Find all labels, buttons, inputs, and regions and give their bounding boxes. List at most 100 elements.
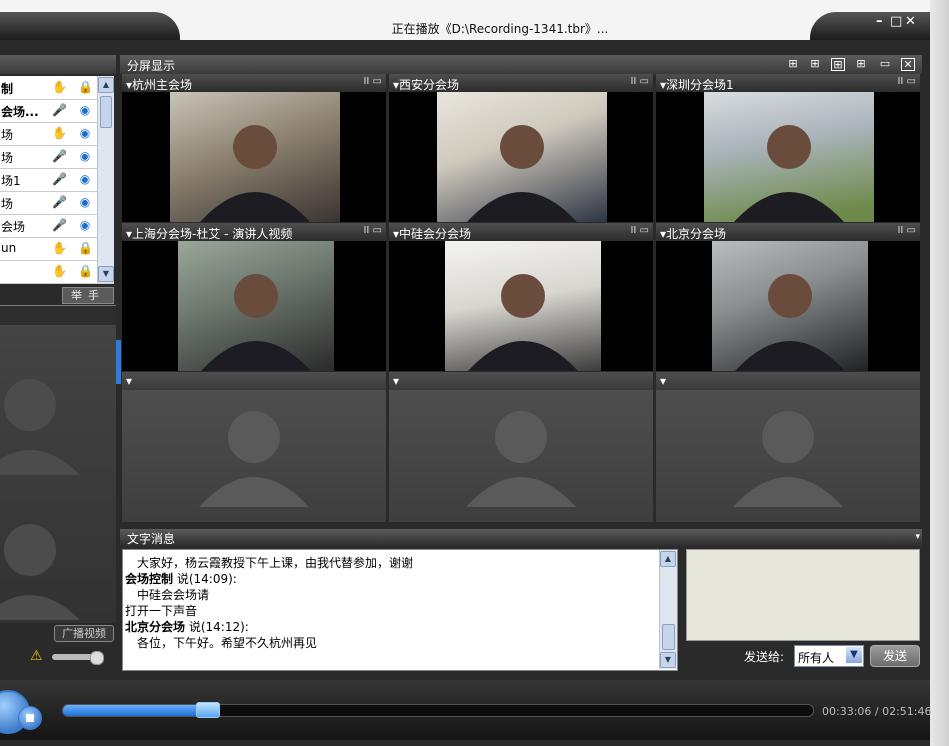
lock-icon[interactable]: 🔒 <box>78 264 93 278</box>
chat-text: 大家好，杨云霞教授下午上课，由我代替参加，谢谢 <box>125 556 414 570</box>
camera-icon[interactable]: ◉ <box>78 218 92 232</box>
pause-maximize-icon[interactable]: II ▭ <box>363 225 382 236</box>
avatar-placeholder-icon <box>0 379 80 620</box>
camera-icon[interactable]: ◉ <box>78 149 92 163</box>
video-cell-header: ▾ <box>389 372 653 390</box>
video-cell-header: ▾北京分会场 II ▭ <box>656 223 920 241</box>
send-to-select[interactable]: 所有人 ▼ <box>794 645 864 667</box>
participant-name: 场 <box>1 151 14 165</box>
layout-4x4-icon[interactable]: ⊞ <box>855 58 867 69</box>
camera-icon[interactable]: ◉ <box>78 195 92 209</box>
video-cell-title[interactable]: ▾ <box>660 374 666 388</box>
progress-track[interactable] <box>62 704 814 717</box>
video-cell[interactable]: ▾ <box>656 372 920 522</box>
video-cell[interactable]: ▾ <box>389 372 653 522</box>
video-cell-header: ▾深圳分会场1 II ▭ <box>656 74 920 92</box>
participant-name: 场 <box>1 197 14 211</box>
scroll-thumb[interactable] <box>662 624 675 650</box>
progress-thumb[interactable] <box>195 702 220 718</box>
camera-icon[interactable]: ◉ <box>78 103 92 117</box>
stop-button[interactable] <box>18 706 42 730</box>
camera-icon[interactable]: ◉ <box>78 172 92 186</box>
video-cell[interactable]: ▾西安分会场 II ▭ <box>389 74 653 222</box>
close-button[interactable]: ✕ <box>905 14 916 29</box>
participant-list: 制 ✋ 🔒 会场... 🎤 ◉ 场 ✋ ◉ 场 🎤 ◉ 场1 🎤 ◉ 场 🎤 ◉ 会场 🎤 ◉ un ✋ 🔒 ✋ 🔒 ▲ ▼ <box>0 76 114 284</box>
scroll-down-icon[interactable]: ▼ <box>98 266 114 282</box>
chat-scrollbar[interactable]: ▲ ▼ <box>659 550 677 669</box>
chat-text: 打开一下声音 <box>125 604 198 618</box>
avatar-placeholder-icon <box>194 402 314 515</box>
microphone-icon[interactable]: 🎤 <box>52 149 67 163</box>
video-cell-title[interactable]: ▾北京分会场 <box>660 225 726 242</box>
chat-text: 中硅会会场请 <box>125 588 210 602</box>
participant-name: 制 <box>1 82 14 96</box>
video-cell[interactable]: ▾上海分会场-杜艾 - 演讲人视频 II ▭ <box>122 223 386 371</box>
hand-icon[interactable]: ✋ <box>52 264 67 278</box>
avatar-placeholder-icon <box>461 402 581 515</box>
message-compose-box[interactable] <box>686 549 920 641</box>
volume-slider-thumb[interactable] <box>90 651 104 665</box>
raise-hand-button[interactable]: 举手 <box>62 287 114 304</box>
scroll-up-icon[interactable]: ▲ <box>98 77 114 93</box>
layout-single-icon[interactable]: ▭ <box>879 58 891 69</box>
video-cell-title[interactable]: ▾中硅会分会场 <box>393 225 471 242</box>
scroll-down-icon[interactable]: ▼ <box>660 652 676 668</box>
hand-icon[interactable]: ✋ <box>52 80 67 94</box>
window-title: 正在播放《D:\Recording-1341.tbr》... <box>391 22 609 36</box>
hand-icon[interactable]: ✋ <box>52 241 67 255</box>
chat-line: 中硅会会场请 <box>125 586 209 603</box>
video-cell-header: ▾ <box>122 372 386 390</box>
chat-header: 文字消息 ▾ <box>120 529 922 547</box>
pause-maximize-icon[interactable]: II ▭ <box>363 76 382 87</box>
video-cell[interactable]: ▾杭州主会场 II ▭ <box>122 74 386 222</box>
pause-maximize-icon[interactable]: II ▭ <box>630 76 649 87</box>
microphone-icon[interactable]: 🎤 <box>52 195 67 209</box>
maximize-button[interactable]: □ <box>890 14 902 29</box>
participant-scrollbar[interactable]: ▲ ▼ <box>97 76 114 283</box>
chat-messages: 大家好，杨云霞教授下午上课，由我代替参加，谢谢 会场控制 说(14:09): 中硅… <box>122 549 678 671</box>
chat-line: 北京分会场 说(14:12): <box>125 618 249 635</box>
microphone-icon[interactable]: 🎤 <box>52 218 67 232</box>
video-cell[interactable]: ▾中硅会分会场 II ▭ <box>389 223 653 371</box>
camera-icon[interactable]: ◉ <box>78 126 92 140</box>
pause-maximize-icon[interactable]: II ▭ <box>630 225 649 236</box>
send-button[interactable]: 发送 <box>870 645 920 667</box>
layout-2x2-icon[interactable]: ⊞ <box>787 58 799 69</box>
split-screen-label: 分屏显示 <box>127 59 176 73</box>
video-cell-title[interactable]: ▾ <box>126 374 132 388</box>
video-feed <box>704 92 874 222</box>
scroll-up-icon[interactable]: ▲ <box>660 551 676 567</box>
video-cell-title[interactable]: ▾上海分会场-杜艾 - 演讲人视频 <box>126 225 292 242</box>
chat-sender: 北京分会场 <box>125 620 186 634</box>
video-cell[interactable]: ▾ <box>122 372 386 522</box>
pause-maximize-icon[interactable]: II ▭ <box>897 225 916 236</box>
volume-slider[interactable] <box>52 651 104 665</box>
microphone-icon[interactable]: 🎤 <box>52 103 67 117</box>
pause-maximize-icon[interactable]: II ▭ <box>897 76 916 87</box>
chat-text: 各位，下午好。希望不久杭州再见 <box>125 636 318 650</box>
chat-collapse-icon[interactable]: ▾ <box>915 532 920 542</box>
microphone-icon[interactable]: 🎤 <box>52 172 67 186</box>
participant-name: un <box>1 241 17 255</box>
layout-1plus-icon[interactable]: ⊞ <box>809 58 821 69</box>
video-cell[interactable]: ▾北京分会场 II ▭ <box>656 223 920 371</box>
scroll-thumb[interactable] <box>100 96 112 128</box>
chevron-down-icon[interactable]: ▼ <box>846 647 862 663</box>
video-cell-title[interactable]: ▾西安分会场 <box>393 76 459 93</box>
hand-icon[interactable]: ✋ <box>52 126 67 140</box>
broadcast-video-button[interactable]: 广播视频 <box>54 625 114 642</box>
video-cell-title[interactable]: ▾ <box>393 374 399 388</box>
lock-icon[interactable]: 🔒 <box>78 80 93 94</box>
fullscreen-icon[interactable]: ✕ <box>901 58 915 71</box>
minimize-button[interactable]: – <box>876 14 883 29</box>
chat-line: 各位，下午好。希望不久杭州再见 <box>125 634 317 651</box>
video-cell-title[interactable]: ▾杭州主会场 <box>126 76 192 93</box>
video-cell[interactable]: ▾深圳分会场1 II ▭ <box>656 74 920 222</box>
panel-collapse-handle[interactable] <box>116 340 121 384</box>
chat-timestamp: 说(14:09): <box>173 572 237 586</box>
video-cell-title[interactable]: ▾深圳分会场1 <box>660 76 734 93</box>
lock-icon[interactable]: 🔒 <box>78 241 93 255</box>
layout-3x3-icon[interactable]: ⊞ <box>831 58 845 71</box>
window-edge <box>930 0 949 746</box>
send-to-label: 发送给: <box>744 650 785 664</box>
